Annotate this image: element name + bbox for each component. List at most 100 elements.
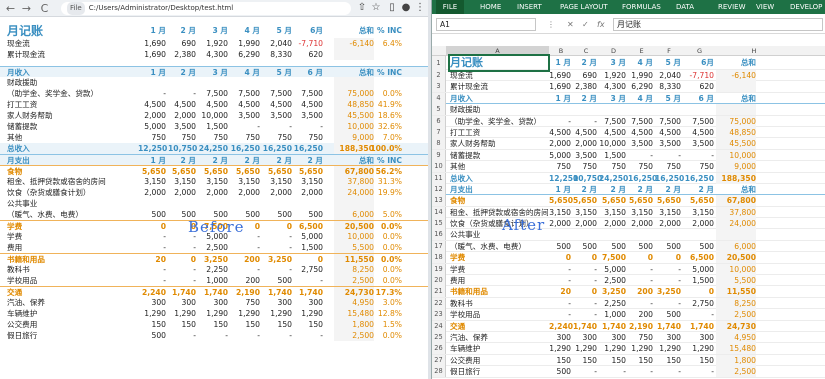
sheet-cell[interactable]: 16,250 — [683, 173, 714, 184]
sheet-cell[interactable]: 1,500 — [599, 150, 626, 161]
sheet-cell[interactable]: 3,150 — [655, 207, 681, 218]
sheet-cell[interactable]: 2,000 — [655, 218, 681, 229]
sheet-cell[interactable]: 5,000 — [683, 264, 714, 275]
sheet-cell[interactable]: - — [628, 366, 653, 377]
sheet-cell[interactable]: 300 — [573, 332, 598, 343]
sheet-cell[interactable]: 16,250 — [655, 173, 684, 184]
sheet-cell[interactable]: 2,500 — [599, 275, 626, 286]
sheet-cell[interactable]: 2,380 — [573, 81, 597, 92]
sheet-cell[interactable]: 4 月 — [628, 93, 653, 104]
sheet-cell[interactable]: 150 — [549, 355, 572, 366]
sheet-cell[interactable]: 2 月 — [573, 56, 597, 70]
sheet-cell[interactable]: 4,500 — [683, 127, 714, 138]
sheet-cell-label[interactable]: 现金流 — [450, 70, 548, 81]
sheet-cell-label[interactable]: 其他 — [450, 161, 548, 172]
sheet-cell[interactable]: 1,290 — [599, 343, 626, 354]
ribbon-tab-file[interactable]: FILE — [436, 0, 464, 14]
row-number[interactable]: 18 — [432, 252, 446, 264]
address-bar[interactable]: File C:/Users/Administrator/Desktop/test.… — [61, 2, 351, 15]
row-number[interactable]: 26 — [432, 343, 446, 355]
share-icon[interactable]: ⇧ — [356, 2, 368, 14]
column-header-d[interactable]: D — [599, 46, 628, 56]
sheet-cell[interactable]: 3,500 — [655, 138, 681, 149]
sheet-cell[interactable]: 500 — [599, 241, 627, 252]
row-number[interactable]: 4 — [432, 92, 446, 104]
sheet-cell[interactable]: 0 — [683, 286, 714, 297]
sheet-cell[interactable]: - — [549, 309, 571, 320]
favorite-star-icon[interactable]: ☆ — [370, 2, 382, 14]
sheet-cell[interactable]: 3,250 — [599, 286, 626, 297]
sheet-cell-label[interactable]: 车辆维护 — [450, 343, 548, 354]
sheet-cell[interactable]: 2,500 — [716, 366, 756, 378]
sheet-cell[interactable]: 2,750 — [683, 298, 714, 309]
sheet-cell[interactable]: - — [628, 298, 653, 309]
sheet-cell-label[interactable]: 月记账 — [448, 54, 550, 72]
sheet-cell[interactable] — [549, 104, 571, 115]
cancel-icon[interactable]: ✕ — [567, 18, 574, 31]
ribbon-tab-insert[interactable]: INSERT — [517, 0, 542, 14]
sheet-cell[interactable]: 1,690 — [549, 70, 571, 81]
sheet-cell[interactable]: 2,190 — [628, 321, 653, 332]
sheet-cell[interactable]: 5,650 — [599, 195, 626, 206]
sheet-cell[interactable]: 2,250 — [599, 298, 626, 309]
sheet-cell[interactable]: - — [549, 275, 571, 286]
sheet-cell[interactable]: 2 月 — [683, 184, 714, 195]
sheet-cell[interactable]: 8,330 — [655, 81, 681, 92]
sheet-cell-label[interactable]: 学费 — [450, 252, 548, 263]
sheet-cell[interactable]: 1,290 — [655, 343, 681, 354]
sheet-cell[interactable]: 0 — [573, 252, 597, 263]
confirm-icon[interactable]: ✓ — [582, 18, 589, 31]
sheet-cell[interactable] — [716, 229, 756, 241]
sheet-cell[interactable]: 6,290 — [628, 81, 653, 92]
column-header-b[interactable]: B — [549, 46, 573, 56]
sheet-cell[interactable]: 7,500 — [599, 116, 626, 127]
sheet-cell[interactable]: 2,240 — [549, 321, 573, 332]
sheet-cell[interactable]: 5,500 — [716, 275, 756, 287]
column-header-a[interactable]: A — [446, 46, 549, 56]
sheet-cell[interactable]: - — [573, 264, 597, 275]
sheet-cell[interactable]: 750 — [628, 332, 654, 343]
sheet-cell-label[interactable]: 食物 — [450, 195, 548, 206]
sheet-cell[interactable] — [573, 104, 597, 115]
sheet-cell[interactable]: 1,690 — [549, 81, 571, 92]
sheet-cell[interactable] — [716, 104, 756, 116]
sheet-cell[interactable] — [655, 104, 681, 115]
sheet-cell[interactable] — [628, 104, 653, 115]
sheet-cell-label[interactable]: 书籍和用品 — [450, 286, 548, 297]
sheet-cell[interactable]: - — [655, 275, 681, 286]
sheet-cell[interactable]: 300 — [655, 332, 682, 343]
sheet-cell[interactable]: 3,150 — [683, 207, 714, 218]
row-number[interactable]: 27 — [432, 354, 446, 366]
sheet-cell[interactable]: 1,740 — [683, 321, 714, 332]
sheet-cell[interactable]: - — [655, 366, 681, 377]
ribbon-tab-develop[interactable]: DEVELOP — [790, 0, 822, 14]
sheet-cell-label[interactable]: 累计现金流 — [450, 81, 548, 92]
sheet-cell[interactable]: 10,000 — [716, 149, 756, 161]
column-header-h[interactable]: H — [716, 46, 792, 56]
sheet-cell[interactable]: 0 — [655, 252, 681, 263]
sheet-cell[interactable]: 5,650 — [628, 195, 653, 206]
sheet-cell[interactable] — [599, 229, 626, 240]
sheet-cell[interactable]: 2,040 — [655, 70, 681, 81]
sheet-cell-label[interactable]: 财政援助 — [450, 104, 548, 115]
row-number[interactable]: 3 — [432, 81, 446, 93]
sheet-cell[interactable]: 0 — [628, 252, 653, 263]
sheet-cell[interactable] — [549, 229, 571, 240]
sheet-cell-label[interactable]: 打工工资 — [450, 127, 548, 138]
sheet-cell[interactable]: 750 — [628, 161, 654, 172]
sheet-cell[interactable]: 3,500 — [683, 138, 714, 149]
sheet-cell[interactable]: 1,740 — [573, 321, 597, 332]
sheet-cell[interactable]: - — [549, 264, 571, 275]
row-number[interactable]: 1 — [432, 56, 446, 70]
sheet-cell-label[interactable]: 教科书 — [450, 298, 548, 309]
sheet-cell[interactable]: 188,350 — [716, 172, 756, 184]
sheet-cell[interactable]: 500 — [628, 241, 654, 252]
sheet-cell[interactable]: 500 — [549, 366, 572, 377]
sheet-cell[interactable]: 2,000 — [683, 218, 714, 229]
row-number[interactable]: 24 — [432, 320, 446, 332]
sheet-cell[interactable]: 750 — [683, 161, 715, 172]
sheet-cell[interactable]: 1,000 — [599, 309, 626, 320]
sheet-cell[interactable]: 7,500 — [599, 252, 626, 263]
sheet-cell[interactable]: - — [573, 275, 597, 286]
sheet-cell[interactable]: 2 月 — [573, 93, 597, 104]
